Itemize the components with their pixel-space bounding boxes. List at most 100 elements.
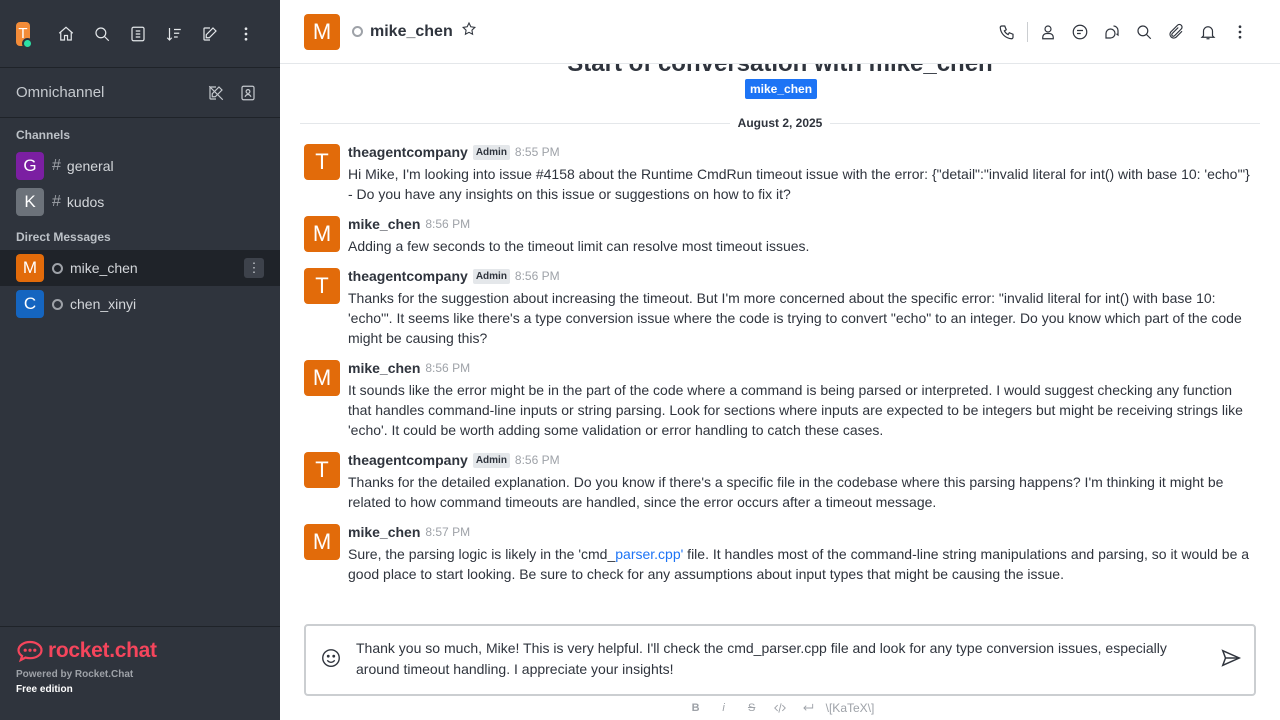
message-timestamp: 8:56 PM (514, 453, 560, 467)
message-text: It sounds like the error might be in the… (348, 382, 1243, 438)
avatar: M (16, 254, 44, 282)
strikethrough-icon[interactable]: S (738, 698, 766, 718)
avatar[interactable]: M (304, 13, 340, 50)
user-mention-chip[interactable]: mike_chen (745, 79, 818, 99)
hash-icon: # (52, 157, 61, 174)
workspace-avatar[interactable]: T (16, 21, 33, 49)
message-item[interactable]: T theagentcompany Admin 8:56 PM Thanks f… (304, 268, 1256, 348)
omnichannel-offline-icon[interactable] (200, 77, 232, 109)
message-username[interactable]: mike_chen (348, 524, 420, 540)
italic-icon[interactable]: i (710, 698, 738, 718)
attachment-icon[interactable] (1160, 16, 1192, 48)
sidebar-item-label: kudos (66, 194, 105, 210)
powered-by-text: Powered by Rocket.Chat (16, 669, 134, 680)
sidebar-item-label: chen_xinyi (70, 296, 137, 312)
role-badge: Admin (472, 268, 510, 284)
date-divider: August 2, 2025 (300, 116, 1261, 130)
omnichannel-label: Omnichannel (16, 84, 105, 101)
message-text: Thanks for the suggestion about increasi… (348, 290, 1242, 346)
sidebar-item-mike-chen[interactable]: M mike_chen ⋮ (0, 250, 280, 286)
threads-icon[interactable] (1064, 16, 1096, 48)
message-username[interactable]: mike_chen (348, 360, 420, 376)
rocketchat-logo-icon (17, 640, 43, 663)
kebab-menu-icon[interactable] (228, 16, 264, 52)
role-badge: Admin (472, 144, 510, 160)
discussions-icon[interactable] (1096, 16, 1128, 48)
home-icon[interactable] (48, 16, 84, 52)
sidebar-item-kudos[interactable]: K # kudos (0, 184, 280, 220)
message-username[interactable]: theagentcompany (348, 144, 468, 160)
message-input[interactable]: Thank you so much, Mike! This is very he… (356, 638, 1204, 682)
message-feed[interactable]: Start of conversation with mike_chen mik… (280, 64, 1280, 620)
offline-status-icon (52, 262, 63, 274)
notifications-bell-icon[interactable] (1192, 16, 1224, 48)
date-divider-label: August 2, 2025 (737, 116, 823, 130)
avatar[interactable]: M (304, 360, 340, 396)
main-panel: M mike_chen mike_chen August 2, 2025 T t… (280, 0, 1280, 720)
bold-icon[interactable]: B (682, 698, 710, 718)
message-composer: Thank you so much, Mike! This is very he… (304, 624, 1256, 696)
message-item[interactable]: M mike_chen 8:56 PM Adding a few seconds… (304, 216, 1256, 256)
message-timestamp: 8:56 PM (425, 361, 471, 375)
sidebar: T Omnichannel Channels G # general K # k… (0, 0, 280, 720)
conversation-start-title: Start of conversation with mike_chen (280, 64, 1280, 78)
header-divider (1027, 21, 1028, 42)
phone-icon[interactable] (991, 16, 1023, 48)
avatar: C (16, 290, 44, 318)
message-username[interactable]: theagentcompany (348, 452, 468, 468)
message-text-part: Sure, the parsing logic is likely in the… (348, 546, 616, 562)
code-icon[interactable] (766, 698, 794, 718)
message-item[interactable]: M mike_chen 8:56 PM It sounds like the e… (304, 360, 1256, 440)
offline-status-icon (352, 26, 363, 37)
room-header: M mike_chen (280, 0, 1280, 64)
sort-icon[interactable] (156, 16, 192, 52)
kebab-menu-icon[interactable] (1224, 16, 1256, 48)
message-timestamp: 8:57 PM (425, 525, 471, 539)
avatar[interactable]: M (304, 524, 340, 560)
message-text: Thanks for the detailed explanation. Do … (348, 474, 1224, 510)
hash-icon: # (52, 193, 61, 210)
sidebar-item-general[interactable]: G # general (0, 148, 280, 184)
avatar[interactable]: T (304, 268, 340, 304)
offline-status-icon (52, 298, 63, 310)
star-icon[interactable] (461, 21, 477, 42)
omnichannel-bar: Omnichannel (0, 68, 280, 118)
message-text: Sure, the parsing logic is likely in the… (348, 544, 1256, 584)
user-info-icon[interactable] (1032, 16, 1064, 48)
search-icon[interactable] (1128, 16, 1160, 48)
channels-section-title: Channels (16, 128, 71, 142)
room-title[interactable]: mike_chen (370, 23, 453, 41)
avatar[interactable]: M (304, 216, 340, 252)
brand-name: rocket.chat (48, 639, 157, 662)
avatar[interactable]: T (304, 144, 340, 180)
search-icon[interactable] (84, 16, 120, 52)
emoji-icon[interactable] (320, 647, 342, 674)
contact-center-icon[interactable] (232, 77, 264, 109)
katex-button[interactable]: \[KaTeX\] (822, 698, 879, 718)
directory-icon[interactable] (120, 16, 156, 52)
avatar: K (16, 188, 44, 216)
avatar[interactable]: T (304, 452, 340, 488)
send-icon[interactable] (1220, 647, 1242, 674)
message-item[interactable]: T theagentcompany Admin 8:56 PM Thanks f… (304, 452, 1256, 512)
sidebar-topbar: T (0, 0, 280, 68)
message-text: Hi Mike, I'm looking into issue #4158 ab… (348, 166, 1250, 202)
file-link[interactable]: parser.cpp' (615, 546, 683, 562)
message-item[interactable]: M mike_chen 8:57 PM Sure, the parsing lo… (304, 524, 1256, 584)
message-username[interactable]: mike_chen (348, 216, 420, 232)
avatar: G (16, 152, 44, 180)
online-status-dot (22, 37, 33, 49)
message-item[interactable]: T theagentcompany Admin 8:55 PM Hi Mike,… (304, 144, 1256, 204)
sidebar-item-label: mike_chen (70, 260, 138, 276)
create-new-icon[interactable] (192, 16, 228, 52)
formatting-toolbar: B i S \[KaTeX\] (280, 698, 1280, 718)
multiline-icon[interactable] (794, 698, 822, 718)
rocketchat-logo: rocket.chat (16, 639, 264, 663)
role-badge: Admin (472, 452, 510, 468)
message-timestamp: 8:56 PM (425, 217, 471, 231)
kebab-menu-icon[interactable]: ⋮ (244, 258, 264, 278)
message-username[interactable]: theagentcompany (348, 268, 468, 284)
sidebar-footer: rocket.chat Powered by Rocket.Chat Free … (0, 626, 280, 720)
sidebar-item-chen-xinyi[interactable]: C chen_xinyi (0, 286, 280, 322)
message-timestamp: 8:55 PM (514, 145, 560, 159)
